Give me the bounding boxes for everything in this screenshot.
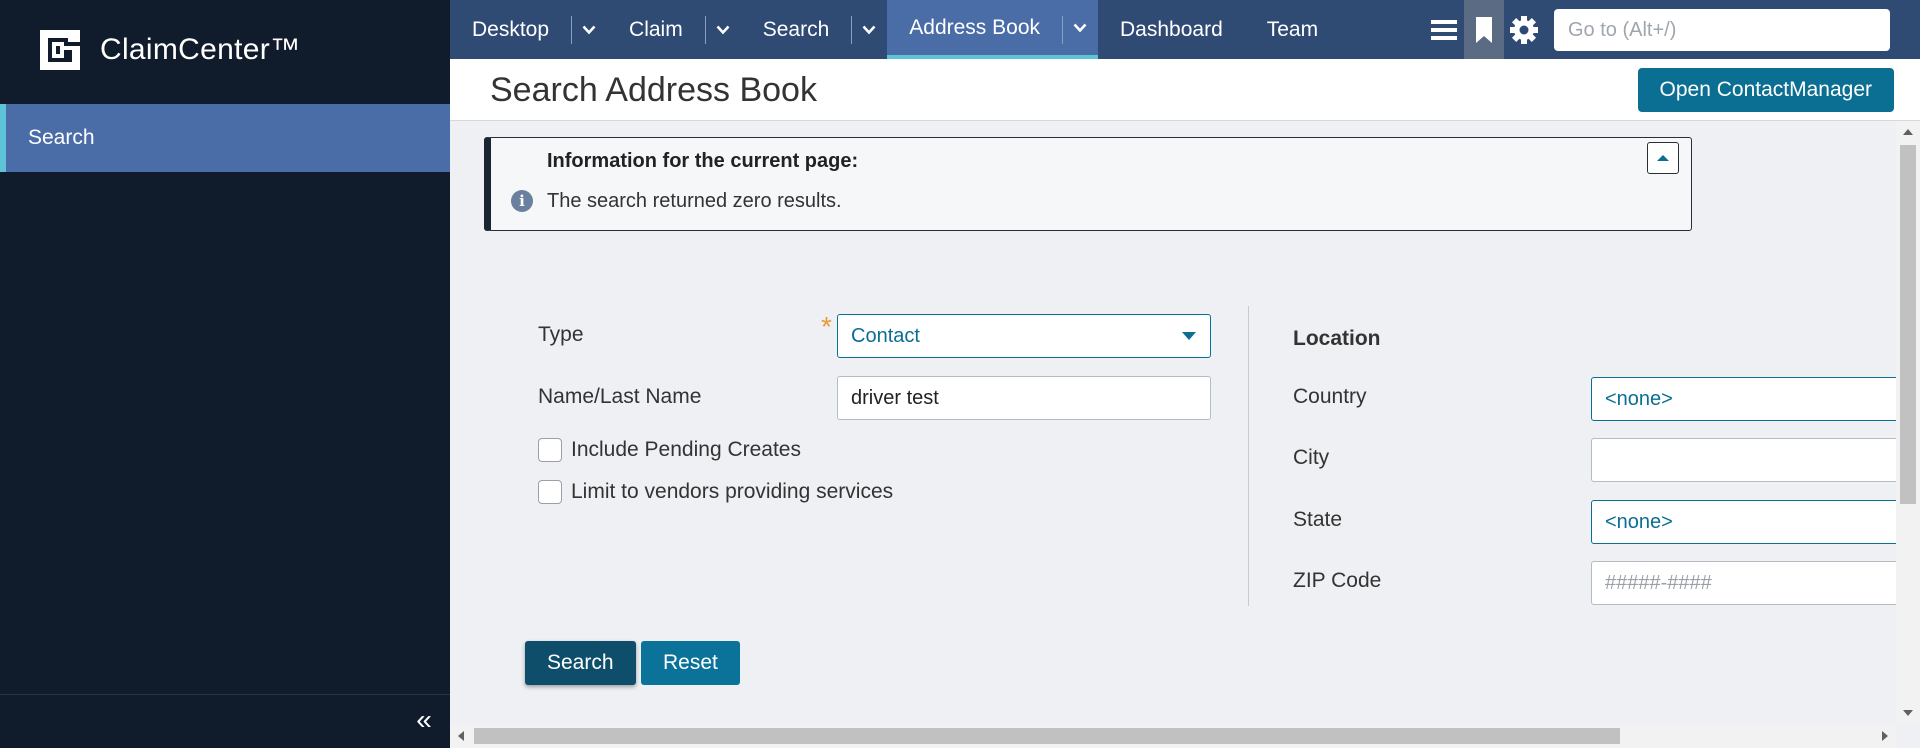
column-divider xyxy=(1248,306,1249,606)
main-content: Information for the current page: i The … xyxy=(450,121,1900,724)
tab-search-dropdown[interactable] xyxy=(851,0,887,59)
type-label: Type xyxy=(538,323,584,346)
scroll-left-icon[interactable] xyxy=(458,731,464,741)
zip-input[interactable]: #####-#### xyxy=(1591,561,1900,605)
chevron-down-icon xyxy=(1073,23,1087,32)
info-message: The search returned zero results. xyxy=(547,190,842,212)
required-indicator: * xyxy=(821,311,832,342)
include-pending-creates-checkbox[interactable]: Include Pending Creates xyxy=(538,438,801,462)
type-select-value: Contact xyxy=(851,325,920,347)
menu-icon[interactable] xyxy=(1424,0,1464,59)
tab-desktop[interactable]: Desktop xyxy=(450,0,571,59)
checkbox-label: Limit to vendors providing services xyxy=(571,480,894,503)
chevron-down-icon xyxy=(862,25,876,34)
city-input[interactable] xyxy=(1591,438,1900,482)
page-title: Search Address Book xyxy=(490,71,817,109)
brand[interactable]: ClaimCenter™ xyxy=(38,28,300,72)
tab-desktop-dropdown[interactable] xyxy=(571,0,607,59)
country-select[interactable]: <none> xyxy=(1591,377,1900,421)
brand-name: ClaimCenter™ xyxy=(100,33,301,66)
chevron-down-icon xyxy=(582,25,596,34)
country-label: Country xyxy=(1293,385,1367,408)
sidebar-item-search[interactable]: Search xyxy=(0,104,450,172)
tab-claim-dropdown[interactable] xyxy=(704,0,741,59)
goto-input[interactable] xyxy=(1554,9,1890,51)
tab-dashboard[interactable]: Dashboard xyxy=(1098,0,1245,59)
sidebar-divider xyxy=(0,694,450,695)
info-icon: i xyxy=(511,190,533,212)
dropdown-caret-icon xyxy=(1182,332,1196,340)
name-input[interactable]: driver test xyxy=(837,376,1211,420)
zip-label: ZIP Code xyxy=(1293,569,1382,592)
type-select[interactable]: Contact xyxy=(837,314,1211,358)
scroll-up-icon[interactable] xyxy=(1903,129,1913,135)
tab-address-book[interactable]: Address Book xyxy=(887,0,1063,59)
tab-team[interactable]: Team xyxy=(1245,0,1340,59)
scroll-down-icon[interactable] xyxy=(1903,710,1913,716)
info-message-box: Information for the current page: i The … xyxy=(484,137,1692,231)
reset-button[interactable]: Reset xyxy=(641,641,740,685)
triangle-up-icon xyxy=(1657,155,1669,161)
gear-icon[interactable] xyxy=(1504,0,1544,59)
tab-address-book-dropdown[interactable] xyxy=(1062,0,1099,59)
top-nav: Desktop Claim Search Address Book Dashbo… xyxy=(450,0,1920,59)
scroll-right-icon[interactable] xyxy=(1882,731,1888,741)
open-contact-manager-button[interactable]: Open ContactManager xyxy=(1637,68,1894,112)
claimcenter-logo-icon xyxy=(40,30,80,70)
double-chevron-left-icon[interactable]: « xyxy=(410,706,438,734)
state-label: State xyxy=(1293,508,1343,531)
chevron-down-icon xyxy=(716,25,730,34)
bookmark-icon[interactable] xyxy=(1464,0,1504,59)
state-select[interactable]: <none> xyxy=(1591,500,1900,544)
collapse-info-button[interactable] xyxy=(1647,142,1679,174)
city-label: City xyxy=(1293,446,1330,469)
vertical-scrollbar[interactable] xyxy=(1896,121,1920,724)
search-button[interactable]: Search xyxy=(525,641,636,685)
limit-vendors-checkbox[interactable]: Limit to vendors providing services xyxy=(538,480,893,504)
checkbox-box[interactable] xyxy=(538,480,562,504)
scrollbar-thumb[interactable] xyxy=(1900,145,1916,504)
tab-search[interactable]: Search xyxy=(741,0,852,59)
checkbox-box[interactable] xyxy=(538,438,562,462)
info-title: Information for the current page: xyxy=(547,150,859,172)
name-label: Name/Last Name xyxy=(538,385,702,408)
checkbox-label: Include Pending Creates xyxy=(571,438,801,461)
page-header: Search Address Book Open ContactManager xyxy=(450,59,1920,121)
left-sidebar: ClaimCenter™ Search « xyxy=(0,0,450,748)
tab-claim[interactable]: Claim xyxy=(607,0,705,59)
scrollbar-thumb[interactable] xyxy=(474,728,1620,744)
horizontal-scrollbar[interactable] xyxy=(450,724,1896,748)
location-section-label: Location xyxy=(1293,327,1381,350)
